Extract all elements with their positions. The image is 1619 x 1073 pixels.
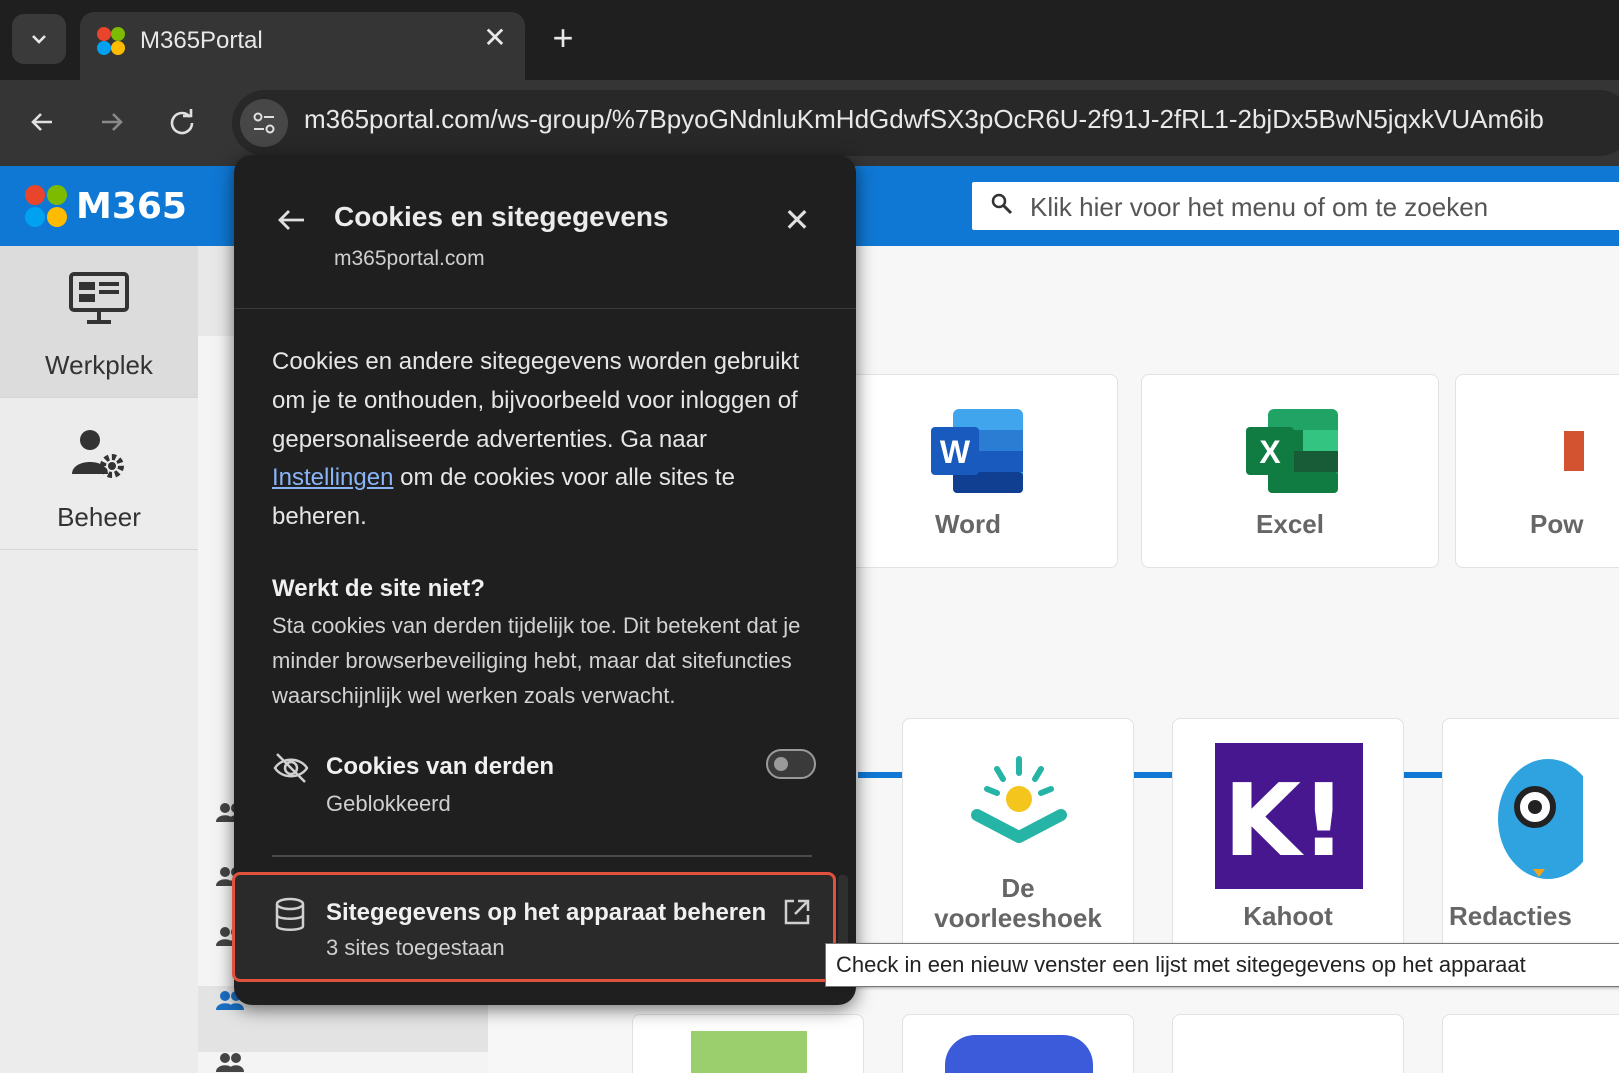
word-icon: W <box>931 409 1023 493</box>
reload-button[interactable] <box>160 100 204 144</box>
forward-button[interactable] <box>90 100 134 144</box>
app-tile-redacties[interactable]: Redacties <box>1442 718 1619 950</box>
svg-text:K!: K! <box>1223 762 1346 879</box>
warning-text: Sta cookies van derden tijdelijk toe. Di… <box>272 613 801 708</box>
voorleeshoek-logo-icon <box>971 756 1067 843</box>
third-party-cookies-title: Cookies van derden <box>326 753 555 780</box>
popup-close-button[interactable]: ✕ <box>782 203 812 237</box>
app-tile[interactable] <box>632 1014 864 1073</box>
search-placeholder: Klik hier voor het menu of om te zoeken <box>1030 192 1489 222</box>
search-icon <box>991 193 1013 215</box>
left-navigation: Werkplek Beheer <box>0 246 198 1073</box>
eye-off-icon <box>273 753 309 783</box>
reload-icon <box>170 109 194 135</box>
app-search-box[interactable]: Klik hier voor het menu of om te zoeken <box>972 182 1619 230</box>
tooltip: Check in een nieuw venster een lijst met… <box>825 943 1619 987</box>
user-settings-icon <box>72 430 124 478</box>
description-text: Cookies en andere sitegegevens worden ge… <box>272 348 800 453</box>
app-tile-label: Redacties <box>1449 901 1572 931</box>
arrow-left-icon[interactable] <box>274 203 308 237</box>
settings-link[interactable]: Instellingen <box>272 464 393 491</box>
tune-icon <box>253 112 275 134</box>
m365-favicon-icon <box>97 27 125 55</box>
toggle-knob <box>774 757 788 771</box>
app-tile-label: De voorleeshoek <box>934 873 1102 933</box>
app-name: M365 <box>76 185 187 227</box>
popup-domain: m365portal.com <box>334 247 485 270</box>
chevron-down-icon <box>32 35 46 44</box>
tab-search-button[interactable] <box>12 14 66 64</box>
app-tile-voorleeshoek[interactable]: De voorleeshoek <box>902 718 1134 950</box>
app-tile-excel[interactable]: X Excel <box>1141 374 1439 568</box>
app-logo[interactable]: M365 <box>22 182 187 230</box>
third-party-cookies-toggle[interactable] <box>766 749 816 779</box>
group-icon <box>216 1053 244 1072</box>
arrow-right-icon <box>102 113 123 131</box>
app-tile-image <box>945 1035 1093 1073</box>
app-tile-label: Excel <box>1256 509 1324 539</box>
browser-tab[interactable]: M365Portal ✕ <box>80 12 525 80</box>
tab-close-button[interactable]: ✕ <box>480 20 510 56</box>
svg-text:X: X <box>1259 434 1281 470</box>
warning-title: Werkt de site niet? <box>272 575 485 602</box>
excel-icon: X <box>1246 409 1338 493</box>
nav-label: Beheer <box>57 502 141 532</box>
nav-item-werkplek[interactable]: Werkplek <box>0 246 198 398</box>
powerpoint-icon <box>1564 431 1584 471</box>
back-button[interactable] <box>20 100 64 144</box>
nav-item-beheer[interactable]: Beheer <box>0 398 198 550</box>
site-info-button[interactable] <box>240 99 288 147</box>
app-tile-label: Word <box>935 509 1001 539</box>
app-tile-powerpoint[interactable]: Pow <box>1455 374 1619 568</box>
arrow-left-icon <box>31 113 52 131</box>
app-tile-word[interactable]: W Word <box>818 374 1118 568</box>
popup-description: Cookies en andere sitegegevens worden ge… <box>272 343 824 537</box>
app-tile-label: Kahoot <box>1243 901 1333 931</box>
popup-divider <box>272 855 812 857</box>
m365-logo-icon <box>25 185 67 227</box>
kahoot-logo-icon: K! <box>1215 743 1363 889</box>
tab-strip: M365Portal ✕ + <box>0 0 1619 80</box>
highlight-box <box>232 872 836 982</box>
app-tile-label: Pow <box>1530 509 1584 539</box>
app-tile-image <box>691 1031 807 1073</box>
popup-title: Cookies en sitegegevens <box>334 201 669 232</box>
app-tile[interactable] <box>1442 1014 1619 1073</box>
new-tab-button[interactable]: + <box>545 18 581 58</box>
url-text[interactable]: m365portal.com/ws-group/%7BpyoGNdnluKmHd… <box>304 104 1544 135</box>
owl-icon <box>1498 759 1583 879</box>
app-tile-kahoot[interactable]: K! Kahoot <box>1172 718 1404 950</box>
app-tile[interactable] <box>1172 1014 1404 1073</box>
monitor-icon <box>69 272 129 324</box>
svg-text:W: W <box>940 434 971 470</box>
app-tile[interactable] <box>902 1014 1134 1073</box>
nav-label: Werkplek <box>45 350 153 380</box>
third-party-cookies-status: Geblokkeerd <box>326 791 451 816</box>
tab-title: M365Portal <box>140 27 263 54</box>
